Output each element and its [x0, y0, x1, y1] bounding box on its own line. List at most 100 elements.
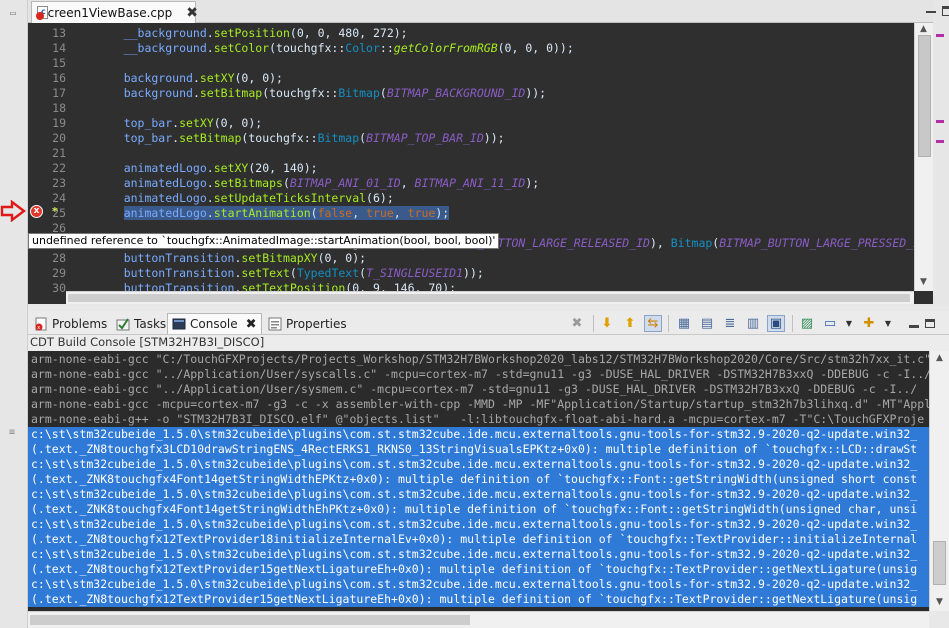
- code-editor[interactable]: __background.setPosition(0, 0, 480, 272)…: [66, 23, 914, 291]
- console-line[interactable]: c:\st\stm32cubeide_1.5.0\stm32cubeide\pl…: [28, 547, 929, 562]
- console-vertical-scrollbar[interactable]: ▲ ▼: [929, 351, 949, 611]
- editor-horizontal-scroll-thumb[interactable]: [68, 294, 910, 302]
- console-line[interactable]: c:\st\stm32cubeide_1.5.0\stm32cubeide\pl…: [28, 457, 929, 472]
- scroll-down-icon[interactable]: ▼: [936, 597, 943, 607]
- code-token: setBitmaps: [213, 176, 283, 190]
- console-line[interactable]: c:\st\stm32cubeide_1.5.0\stm32cubeide\pl…: [28, 487, 929, 502]
- code-line[interactable]: __background.setPosition(0, 0, 480, 272)…: [96, 26, 408, 41]
- code-token: top_bar: [96, 116, 173, 130]
- close-icon[interactable]: ✖: [186, 5, 198, 21]
- editor-vertical-scrollbar[interactable]: ▲ ▼: [914, 23, 933, 291]
- console-line[interactable]: c:\st\stm32cubeide_1.5.0\stm32cubeide\pl…: [28, 427, 929, 442]
- problems-icon: x: [34, 317, 48, 331]
- code-line[interactable]: animatedLogo.setXY(20, 140);: [96, 161, 318, 176]
- maximize-view-button[interactable]: [921, 315, 939, 332]
- terminate-icon[interactable]: ✖: [568, 315, 586, 332]
- code-line[interactable]: background.setBitmap(touchgfx::Bitmap(BI…: [96, 86, 546, 101]
- code-token: BITMAP_BACKGROUND_ID: [386, 86, 526, 100]
- scroll-lock-icon[interactable]: ▤: [698, 315, 716, 332]
- console-line[interactable]: c:\st\stm32cubeide_1.5.0\stm32cubeide\pl…: [28, 577, 929, 592]
- code-token: .: [192, 86, 200, 100]
- code-line[interactable]: top_bar.setXY(0, 0);: [96, 116, 263, 131]
- console-line[interactable]: arm-none-eabi-gcc "../Application/User/s…: [31, 382, 917, 397]
- code-token: (0, 0, 480, 272);: [289, 26, 408, 40]
- error-marker-icon[interactable]: x: [30, 205, 43, 218]
- console-line[interactable]: (.text._ZN8touchgfx3LCD10drawStringENS_4…: [28, 442, 929, 457]
- link-errors-icon[interactable]: ⇆: [644, 315, 662, 332]
- overview-ruler-mark[interactable]: [936, 34, 944, 37]
- scroll-down-icon[interactable]: ▼: [920, 277, 927, 287]
- clear-console-icon[interactable]: ▦: [675, 315, 693, 332]
- line-number: 23: [52, 176, 66, 190]
- code-line[interactable]: __background.setColor(touchgfx::Color::g…: [96, 41, 574, 56]
- tab-console[interactable]: Console ✖: [167, 313, 262, 334]
- console-output[interactable]: arm-none-eabi-gcc "C:/TouchGFXProjects/P…: [28, 351, 929, 611]
- editor-vertical-scroll-thumb[interactable]: [918, 35, 931, 157]
- tab-tasks[interactable]: Tasks: [112, 313, 170, 334]
- scroll-up-icon[interactable]: ▲: [920, 24, 927, 34]
- open-console-icon[interactable]: ✚: [860, 315, 878, 332]
- console-line[interactable]: arm-none-eabi-gcc -mcpu=cortex-m7 -g3 -c…: [31, 397, 929, 412]
- console-line[interactable]: arm-none-eabi-gcc "C:/TouchGFXProjects/P…: [31, 352, 929, 367]
- console-line[interactable]: (.text._ZNK8touchgfx4Font14getStringWidt…: [28, 502, 929, 517]
- code-line[interactable]: animatedLogo.setUpdateTicksInterval(6);: [96, 191, 394, 206]
- console-vertical-scroll-thumb[interactable]: [933, 541, 946, 585]
- code-token: T_SINGLEUSEID1: [366, 266, 464, 280]
- console-line[interactable]: (.text._ZN8touchgfx12TextProvider18initi…: [28, 532, 929, 547]
- line-number: 28: [52, 251, 66, 265]
- display-selected-console-icon[interactable]: ▭: [821, 315, 839, 332]
- copy-build-log-icon[interactable]: ≣: [721, 315, 739, 332]
- code-token: animatedLogo: [96, 176, 207, 190]
- code-token: (20, 140);: [248, 161, 318, 175]
- overview-ruler-mark[interactable]: [936, 120, 944, 123]
- line-number: 29: [52, 266, 66, 280]
- editor-tab-screen1viewbase[interactable]: c Screen1ViewBase.cpp ✖: [31, 1, 198, 23]
- code-token: setTextPosition: [241, 281, 346, 291]
- pin-console-icon[interactable]: ▨: [798, 315, 816, 332]
- editor-horizontal-scrollbar[interactable]: [66, 291, 914, 304]
- code-token: Color: [345, 41, 380, 55]
- console-line[interactable]: arm-none-eabi-g++ -o "STM32H7B3I_DISCO.e…: [31, 412, 924, 427]
- console-horizontal-scrollbar[interactable]: [28, 611, 929, 628]
- tasks-icon: [116, 317, 130, 331]
- code-token: (0, 9, 146, 70);: [345, 281, 457, 291]
- code-line[interactable]: animatedLogo.setBitmaps(BITMAP_ANI_01_ID…: [96, 176, 540, 191]
- console-line[interactable]: c:\st\stm32cubeide_1.5.0\stm32cubeide\pl…: [28, 517, 929, 532]
- console-horizontal-scroll-thumb[interactable]: [30, 615, 470, 625]
- code-token: setXY: [199, 71, 235, 85]
- code-line[interactable]: background.setXY(0, 0);: [96, 71, 283, 86]
- show-console-icon[interactable]: ▣: [767, 315, 785, 332]
- console-line[interactable]: (.text._ZNK8touchgfx4Font14getStringWidt…: [28, 472, 929, 487]
- tab-problems[interactable]: x Problems: [30, 313, 111, 334]
- view-tab-bar: x Problems Tasks Console ✖ Properties ✖ …: [28, 311, 949, 335]
- code-line[interactable]: buttonTransition.setTextPosition(0, 9, 1…: [96, 281, 456, 291]
- chevron-down-icon[interactable]: ▼: [840, 315, 858, 332]
- scroll-up-icon[interactable]: ▲: [936, 353, 943, 363]
- code-line[interactable]: buttonTransition.setBitmapXY(0, 0);: [96, 251, 366, 266]
- code-line[interactable]: top_bar.setBitmap(touchgfx::Bitmap(BITMA…: [96, 131, 505, 146]
- close-icon[interactable]: ✖: [246, 317, 257, 332]
- next-error-icon[interactable]: ⬇: [598, 315, 616, 332]
- word-wrap-icon[interactable]: ▥: [744, 315, 762, 332]
- code-token: BITMAP_BUTTON_LARGE_PRESSED_ID: [719, 236, 914, 250]
- tab-properties[interactable]: Properties: [264, 313, 351, 334]
- overview-ruler-mark[interactable]: [936, 140, 944, 143]
- code-token: setXY: [179, 116, 214, 130]
- sash-handle-icon[interactable]: ≡: [9, 427, 15, 438]
- code-token: setBitmap: [199, 86, 263, 100]
- code-token: setUpdateTicksInterval: [213, 191, 367, 205]
- code-line[interactable]: buttonTransition.setText(TypedText(T_SIN…: [96, 266, 484, 281]
- code-token: ,: [393, 206, 408, 220]
- line-number: 24: [52, 191, 66, 205]
- previous-error-icon[interactable]: ⬆: [621, 315, 639, 332]
- maximize-editor-button[interactable]: [942, 6, 949, 16]
- code-token: ),: [649, 236, 671, 250]
- minimize-editor-button[interactable]: [926, 6, 936, 13]
- console-line[interactable]: arm-none-eabi-gcc "../Application/User/s…: [31, 367, 929, 382]
- console-line[interactable]: (.text._ZN8touchgfx12TextProvider15getNe…: [28, 562, 929, 577]
- code-line[interactable]: animatedLogo.startAnimation(false, true,…: [96, 206, 450, 221]
- console-line[interactable]: (.text._ZN8touchgfx12TextProvider15getNe…: [28, 592, 929, 607]
- chevron-down-icon[interactable]: ▼: [879, 315, 897, 332]
- minimize-icon[interactable]: ▭: [10, 8, 16, 19]
- code-token: .: [206, 191, 214, 205]
